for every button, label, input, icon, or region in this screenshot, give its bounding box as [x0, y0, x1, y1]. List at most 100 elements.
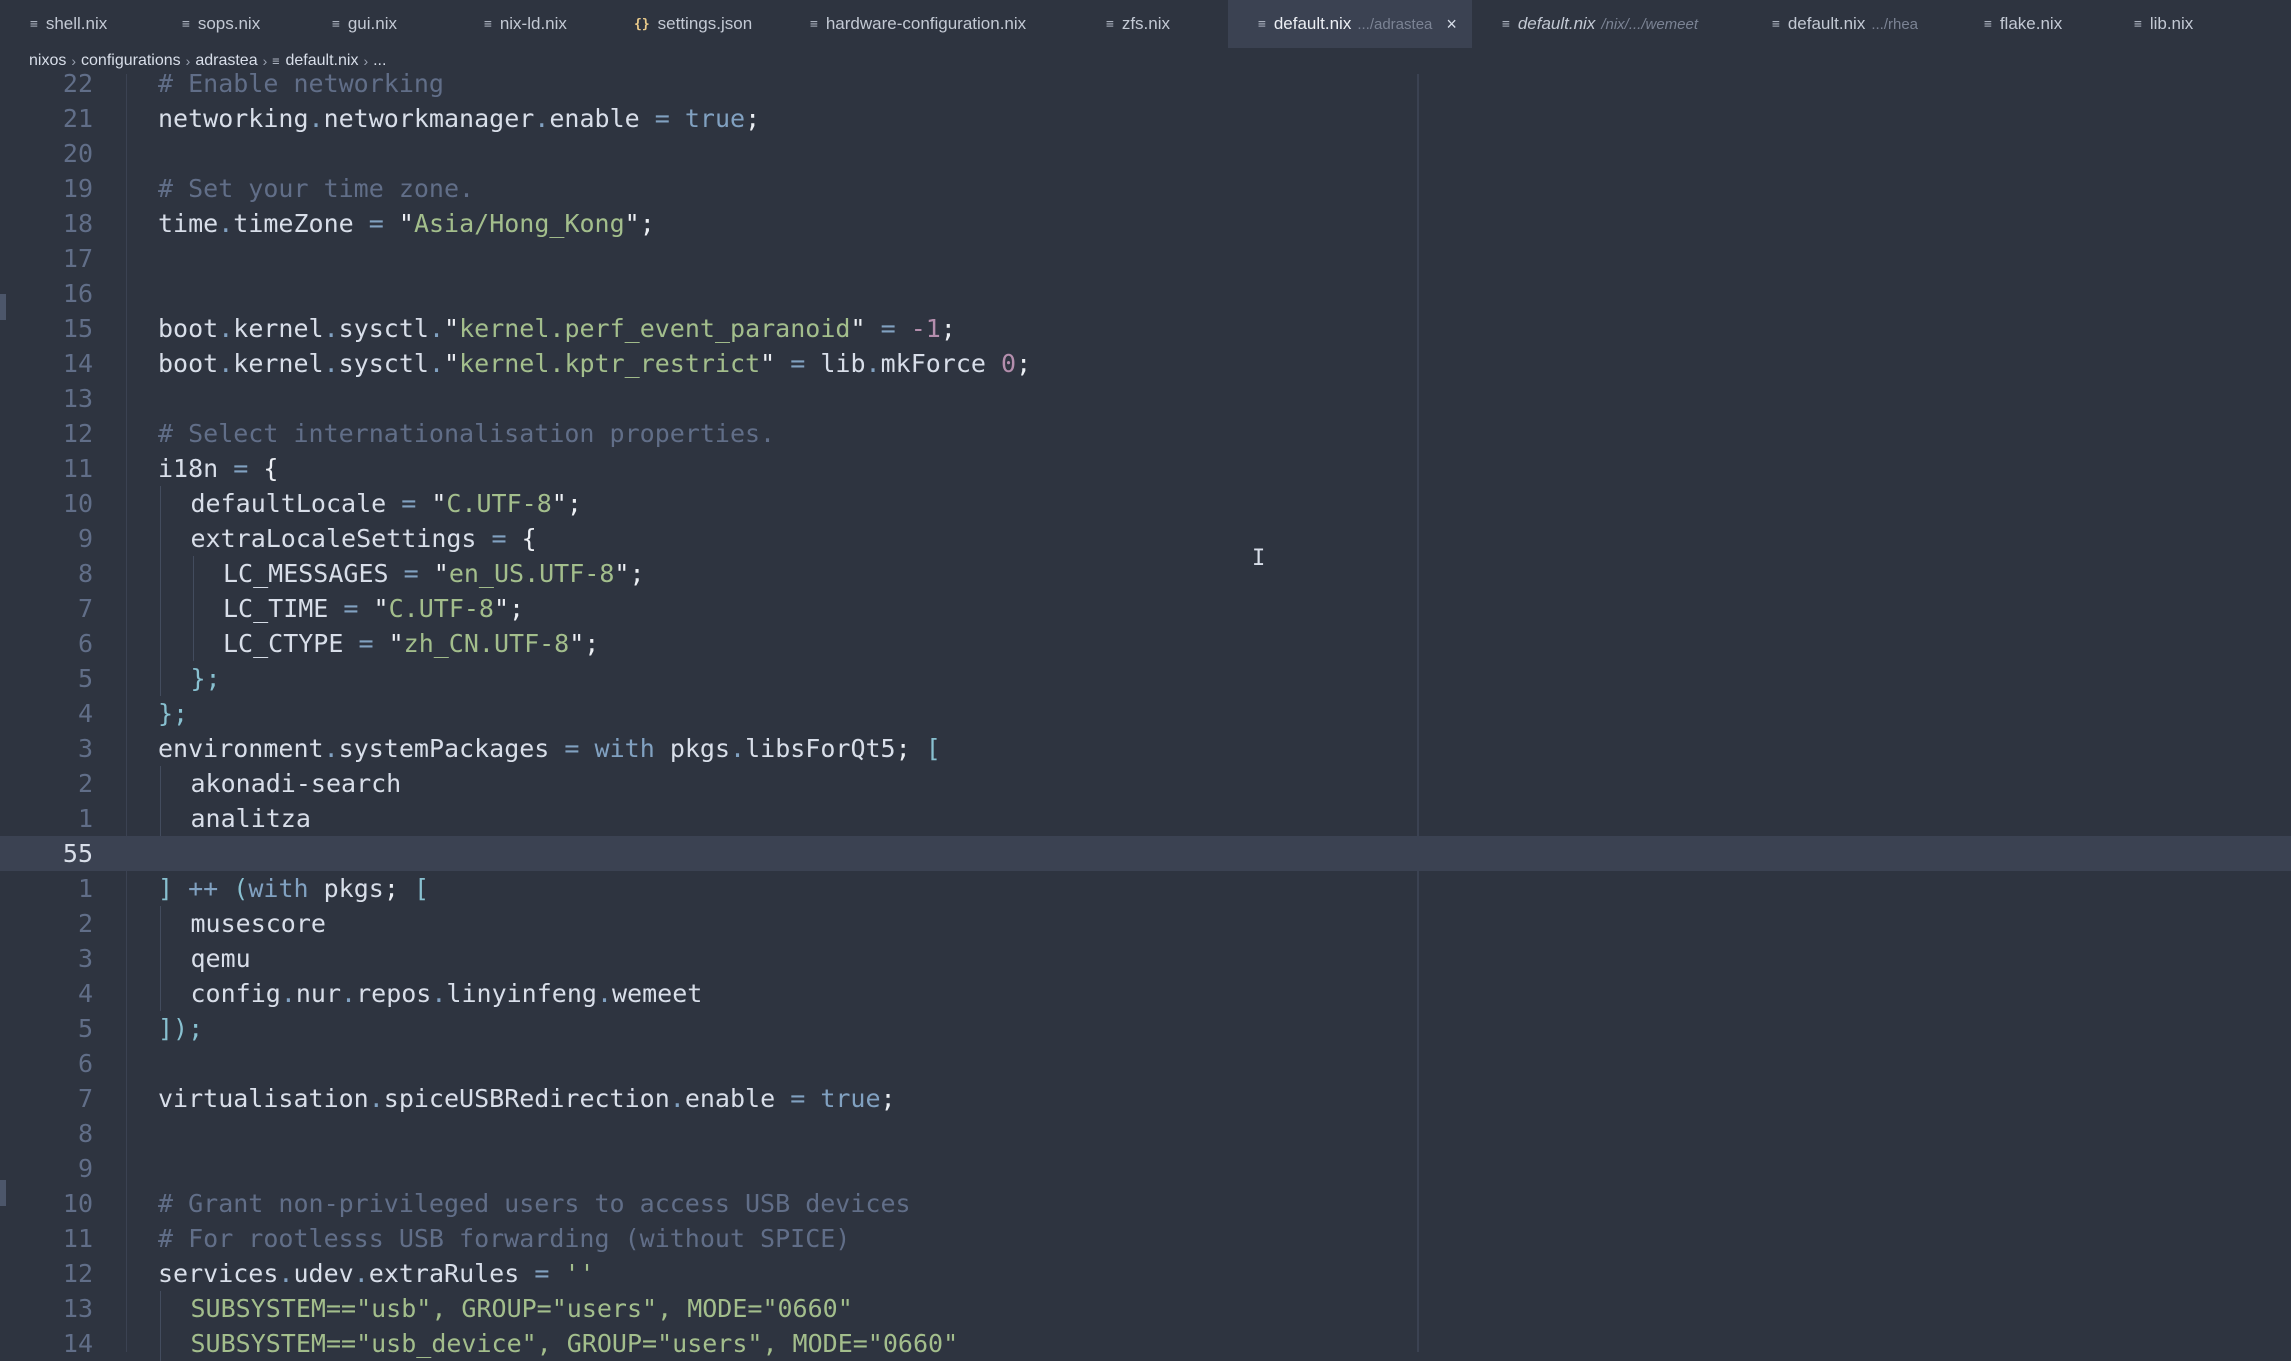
code-line[interactable]: 12 # Select internationalisation properti… [0, 416, 2291, 451]
tab-label: shell.nix [45, 14, 108, 33]
tab-label: default.nix [1787, 14, 1866, 33]
code-line[interactable]: 19 # Set your time zone. [0, 171, 2291, 206]
code-line[interactable]: 15 boot.kernel.sysctl."kernel.perf_event_… [0, 311, 2291, 346]
tab-default-nix-9[interactable]: ≡ default.nix .../rhea [1742, 0, 1954, 48]
line-number: 55 [62, 839, 93, 868]
code-token: }; [158, 699, 189, 728]
code-token: '' [564, 1259, 595, 1288]
code-token: true [684, 104, 746, 133]
code-token: defaultLocale [190, 489, 402, 518]
code-line[interactable]: 9 [0, 1151, 2291, 1186]
code-line[interactable]: 16 [0, 276, 2291, 311]
line-number: 9 [77, 1154, 93, 1183]
code-line[interactable]: 2 akonadi-search [0, 766, 2291, 801]
code-token: . [596, 979, 612, 1008]
code-token: SUBSYSTEM=="usb", GROUP="users", MODE="0… [190, 1294, 853, 1323]
code-line[interactable]: 5]); [0, 1011, 2291, 1046]
code-line[interactable]: 11 i18n = { [0, 451, 2291, 486]
code-editor[interactable]: 22 # Enable networking 21 networking.networ… [0, 69, 2291, 1361]
code-text: ]); [158, 1011, 203, 1046]
tab-sops-nix[interactable]: ≡ sops.nix [152, 0, 302, 48]
code-token: ] [158, 874, 174, 903]
code-line[interactable]: 13 [0, 381, 2291, 416]
code-token: analitza [190, 804, 311, 833]
code-text: }; [158, 696, 188, 731]
tab-shell-nix[interactable]: ≡ shell.nix [0, 0, 152, 48]
tab-nix-ld-nix[interactable]: ≡ nix-ld.nix [454, 0, 604, 48]
indent-guide [160, 906, 161, 941]
code-token: ; [895, 734, 911, 763]
code-line[interactable]: 22 # Enable networking [0, 66, 2291, 101]
code-line[interactable]: 6 [0, 1046, 2291, 1081]
tab-label: hardware-configuration.nix [825, 14, 1027, 33]
code-line[interactable]: 12 services.udev.extraRules = '' [0, 1256, 2291, 1291]
tab-settings-json[interactable]: {} settings.json [604, 0, 780, 48]
code-text: # Enable networking [158, 66, 444, 101]
code-token: " [433, 559, 449, 588]
code-token: = [491, 524, 507, 553]
indent-guide [160, 661, 161, 696]
code-line[interactable]: 5}; [0, 661, 2291, 696]
tab-lib-nix[interactable]: ≡ lib.nix [2104, 0, 2244, 48]
code-line[interactable]: 2 musescore [0, 906, 2291, 941]
code-line[interactable]: 3 environment.systemPackages = with pkgs.… [0, 731, 2291, 766]
code-line[interactable]: 1 analitza [0, 801, 2291, 836]
code-token: akonadi-search [190, 769, 402, 798]
code-line[interactable]: 8 [0, 1116, 2291, 1151]
code-line[interactable]: 17 [0, 241, 2291, 276]
code-line[interactable]: 11 # For rootlesss USB forwarding (withou… [0, 1221, 2291, 1256]
current-code-line[interactable]: 55 [0, 836, 2291, 871]
code-token: environment [158, 734, 324, 763]
code-line[interactable]: 10 defaultLocale = "C.UTF-8"; [0, 486, 2291, 521]
code-line[interactable]: 10 # Grant non-privileged users to access… [0, 1186, 2291, 1221]
code-token: Asia/Hong_Kong [413, 209, 625, 238]
line-number: 18 [62, 209, 93, 238]
tab-default-nix-7[interactable]: ≡ default.nix .../adrastea × [1228, 0, 1472, 48]
code-line[interactable]: 18 time.timeZone = "Asia/Hong_Kong"; [0, 206, 2291, 241]
tab-flake-nix[interactable]: ≡ flake.nix [1954, 0, 2104, 48]
line-number: 7 [77, 594, 93, 623]
code-token: nur [295, 979, 342, 1008]
code-line[interactable]: 20 [0, 136, 2291, 171]
code-token: . [431, 979, 447, 1008]
code-line[interactable]: 7 LC_TIME = "C.UTF-8"; [0, 591, 2291, 626]
close-tab-icon[interactable]: × [1446, 14, 1457, 35]
line-number: 4 [77, 699, 93, 728]
tab-gui-nix[interactable]: ≡ gui.nix [302, 0, 454, 48]
code-token: . [323, 349, 339, 378]
code-line[interactable]: 3 qemu [0, 941, 2291, 976]
code-line[interactable]: 4}; [0, 696, 2291, 731]
code-token: = [358, 629, 374, 658]
tab-default-nix-8[interactable]: ≡ default.nix/nix/.../wemeet [1472, 0, 1742, 48]
line-number: 2 [77, 909, 93, 938]
code-token: C.UTF-8 [446, 489, 552, 518]
nix-file-icon: ≡ [1984, 16, 1992, 32]
code-line[interactable]: 6 LC_CTYPE = "zh_CN.UTF-8"; [0, 626, 2291, 661]
code-line[interactable]: 1] ++ (with pkgs; [ [0, 871, 2291, 906]
code-line[interactable]: 9 extraLocaleSettings = { [0, 521, 2291, 556]
code-line[interactable]: 7 virtualisation.spiceUSBRedirection.enab… [0, 1081, 2291, 1116]
tab-zfs-nix[interactable]: ≡ zfs.nix [1076, 0, 1228, 48]
code-token: = [343, 594, 359, 623]
code-token: -1 [910, 314, 941, 343]
line-number: 16 [62, 279, 93, 308]
code-line[interactable]: 4 config.nur.repos.linyinfeng.wemeet [0, 976, 2291, 1011]
code-text: qemu [191, 941, 251, 976]
indent-guide [160, 1326, 161, 1361]
tab-label: zfs.nix [1121, 14, 1171, 33]
code-token: LC_TIME [223, 594, 344, 623]
code-token: ++ [188, 874, 219, 903]
code-line[interactable]: 21 networking.networkmanager.enable = tru… [0, 101, 2291, 136]
tab-hardware-configuration-nix[interactable]: ≡ hardware-configuration.nix [780, 0, 1076, 48]
code-token: boot [158, 349, 219, 378]
code-text: defaultLocale = "C.UTF-8"; [191, 486, 582, 521]
code-line[interactable]: 8 LC_MESSAGES = "en_US.UTF-8"; [0, 556, 2291, 591]
code-token: pkgs [654, 734, 731, 763]
code-text: akonadi-search [191, 766, 402, 801]
code-line[interactable]: 14 boot.kernel.sysctl."kernel.kptr_restri… [0, 346, 2291, 381]
code-line[interactable]: 14 SUBSYSTEM=="usb_device", GROUP="users"… [0, 1326, 2291, 1361]
code-line[interactable]: 13 SUBSYSTEM=="usb", GROUP="users", MODE=… [0, 1291, 2291, 1326]
code-text: LC_TIME = "C.UTF-8"; [223, 591, 524, 626]
